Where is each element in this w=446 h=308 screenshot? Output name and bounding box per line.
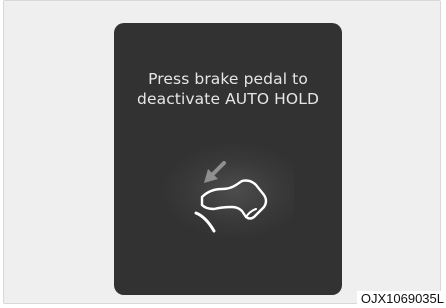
brake-pedal-press-icon <box>194 161 268 233</box>
auto-hold-message: Press brake pedal to deactivate AUTO HOL… <box>114 69 342 109</box>
message-line-1: Press brake pedal to <box>148 70 308 88</box>
pedal-arc <box>194 211 216 233</box>
figure-code: OJX1069035L <box>356 291 444 306</box>
figure-frame: Press brake pedal to deactivate AUTO HOL… <box>3 0 441 304</box>
foot-icon <box>200 179 268 220</box>
message-line-2: deactivate AUTO HOLD <box>137 90 319 108</box>
press-arrow-icon <box>204 161 226 183</box>
cluster-display-panel: Press brake pedal to deactivate AUTO HOL… <box>114 23 342 295</box>
